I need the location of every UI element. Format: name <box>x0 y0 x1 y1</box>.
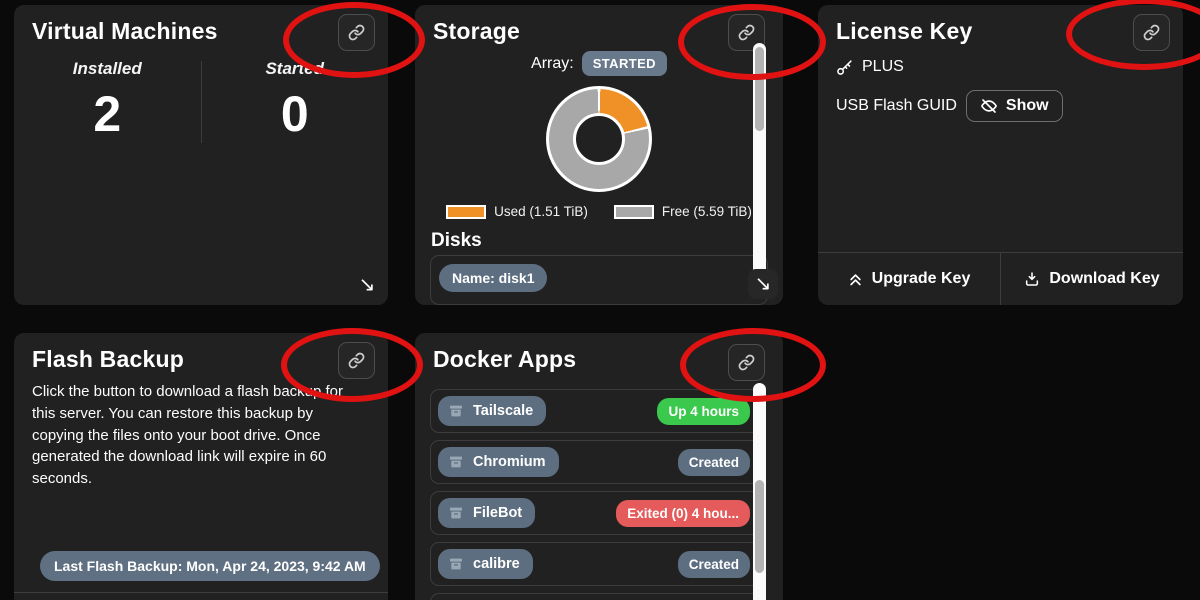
vm-installed-label: Installed <box>14 59 201 79</box>
docker-scrollbar[interactable] <box>753 383 766 600</box>
docker-app-pill[interactable]: FileBot <box>438 498 535 528</box>
array-status-badge: STARTED <box>582 51 667 76</box>
expand-icon[interactable]: ↘ <box>748 269 778 299</box>
storage-scrollbar-thumb[interactable] <box>755 47 764 131</box>
upgrade-key-button[interactable]: Upgrade Key <box>818 253 1000 305</box>
dashboard: Virtual Machines Installed 2 Started 0 ↘ <box>0 0 1200 600</box>
container-icon <box>448 454 464 470</box>
vm-started-count: 0 <box>202 85 389 143</box>
eye-slash-icon <box>980 97 998 115</box>
virtual-machines-title: Virtual Machines <box>32 18 372 45</box>
docker-status-badge: Up 4 hours <box>657 398 750 425</box>
angles-up-icon <box>848 272 863 287</box>
docker-app-name: Tailscale <box>473 403 533 419</box>
legend-used-label: Used (1.51 TiB) <box>494 204 588 219</box>
license-footer: Upgrade Key Download Key <box>818 252 1183 305</box>
storage-donut-chart <box>546 86 652 192</box>
link-icon <box>738 24 755 41</box>
legend-used-swatch <box>446 205 486 219</box>
docker-app-pill[interactable]: Chromium <box>438 447 559 477</box>
docker-row-tailscale: Tailscale Up 4 hours <box>430 389 763 433</box>
docker-apps-card: Docker Apps Tailscale Up 4 hours <box>415 333 783 600</box>
guid-label: USB Flash GUID <box>836 97 957 115</box>
docker-app-name: FileBot <box>473 505 522 521</box>
docker-row-calibre: calibre Created <box>430 542 763 586</box>
docker-app-name: calibre <box>473 556 520 572</box>
flash-backup-card: Flash Backup Click the button to downloa… <box>14 333 388 600</box>
docker-row-chromium: Chromium Created <box>430 440 763 484</box>
license-key-card: License Key PLUS USB Flash GUID <box>818 5 1183 305</box>
vm-started-label: Started <box>202 59 389 79</box>
disk-row[interactable]: Name: disk1 <box>430 255 768 305</box>
docker-app-list: Tailscale Up 4 hours Chromium Created <box>430 389 763 600</box>
array-label: Array: <box>531 55 574 73</box>
link-icon <box>348 24 365 41</box>
docker-status-badge: Created <box>678 449 750 476</box>
download-key-label: Download Key <box>1049 270 1159 288</box>
key-icon <box>836 59 853 76</box>
vm-link-button[interactable] <box>338 14 375 51</box>
storage-legend: Used (1.51 TiB) Free (5.59 TiB) <box>446 204 752 219</box>
storage-scrollbar[interactable] <box>753 43 766 283</box>
storage-card: Storage Array: STARTED Used (1.51 TiB) <box>415 5 783 305</box>
link-icon <box>348 352 365 369</box>
expand-icon[interactable]: ↘ <box>352 270 382 300</box>
show-guid-button[interactable]: Show <box>966 90 1063 122</box>
download-icon <box>1024 271 1040 287</box>
legend-free-swatch <box>614 205 654 219</box>
link-icon <box>1143 24 1160 41</box>
disks-heading: Disks <box>431 230 783 252</box>
docker-row-filebot: FileBot Exited (0) 4 hou... <box>430 491 763 535</box>
docker-status-badge: Created <box>678 551 750 578</box>
docker-apps-title: Docker Apps <box>433 346 767 373</box>
show-label: Show <box>1006 97 1049 115</box>
storage-title: Storage <box>433 18 767 45</box>
link-icon <box>738 354 755 371</box>
virtual-machines-card: Virtual Machines Installed 2 Started 0 ↘ <box>14 5 388 305</box>
docker-status-badge: Exited (0) 4 hou... <box>616 500 750 527</box>
docker-row-partial <box>430 593 763 600</box>
flash-backup-title: Flash Backup <box>32 346 372 373</box>
container-icon <box>448 556 464 572</box>
container-icon <box>448 403 464 419</box>
docker-scrollbar-thumb[interactable] <box>755 480 764 573</box>
container-icon <box>448 505 464 521</box>
license-link-button[interactable] <box>1133 14 1170 51</box>
flash-backup-description: Click the button to download a flash bac… <box>32 381 354 490</box>
license-title: License Key <box>836 18 1167 45</box>
docker-app-pill[interactable]: calibre <box>438 549 533 579</box>
docker-app-pill[interactable]: Tailscale <box>438 396 546 426</box>
disk-name-pill: Name: disk1 <box>439 264 547 292</box>
license-tier: PLUS <box>862 58 904 76</box>
flash-footer-divider <box>14 592 388 593</box>
download-key-button[interactable]: Download Key <box>1000 253 1183 305</box>
vm-installed-count: 2 <box>14 85 201 143</box>
docker-link-button[interactable] <box>728 344 765 381</box>
upgrade-key-label: Upgrade Key <box>872 270 971 288</box>
legend-free-label: Free (5.59 TiB) <box>662 204 752 219</box>
flash-link-button[interactable] <box>338 342 375 379</box>
vm-stats: Installed 2 Started 0 <box>14 59 388 143</box>
docker-app-name: Chromium <box>473 454 546 470</box>
last-flash-backup-badge: Last Flash Backup: Mon, Apr 24, 2023, 9:… <box>40 551 380 581</box>
